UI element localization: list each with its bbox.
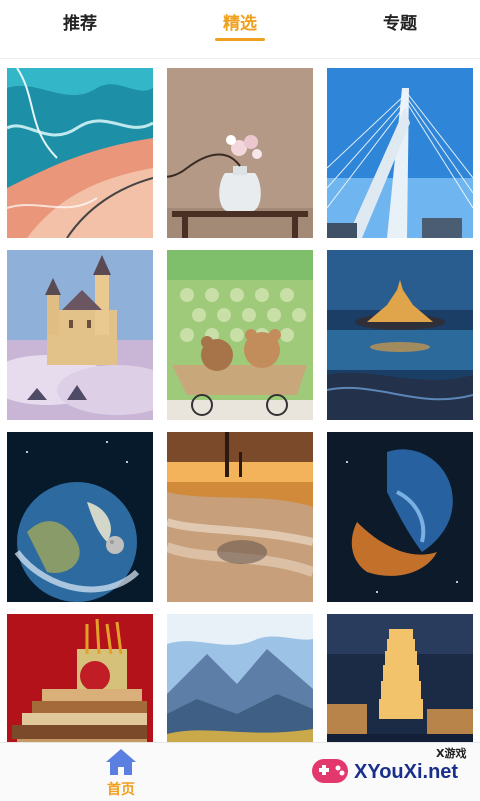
wallpaper-thumb-sunset-sea[interactable] <box>167 432 313 602</box>
tab-recommend[interactable]: 推荐 <box>40 10 120 48</box>
books-apple-image <box>7 614 153 742</box>
vase-image <box>167 68 313 238</box>
earth-moon-image <box>7 432 153 602</box>
mountain-valley-image <box>167 614 313 742</box>
wallpaper-thumb-earth[interactable] <box>7 432 153 602</box>
aerial-river-image <box>7 68 153 238</box>
top-tab-bar: 推荐 精选 专题 <box>0 0 480 59</box>
castle-image <box>7 250 153 420</box>
tab-topics[interactable]: 专题 <box>360 10 440 48</box>
pagoda-night-image <box>327 614 473 742</box>
island-abbey-image <box>327 250 473 420</box>
wallpaper-thumb-bridge[interactable] <box>327 68 473 238</box>
bridge-image <box>327 68 473 238</box>
wallpaper-thumb-mountains[interactable] <box>167 614 313 742</box>
wallpaper-thumb-castle[interactable] <box>7 250 153 420</box>
wallpaper-thumb-nebula[interactable] <box>327 432 473 602</box>
home-icon <box>106 749 136 775</box>
home-nav-button[interactable]: 首页 <box>96 745 146 799</box>
wallpaper-thumb-pagoda-night[interactable] <box>327 614 473 742</box>
active-tab-indicator <box>215 38 265 41</box>
wallpaper-thumb-abbey[interactable] <box>327 250 473 420</box>
nebula-image <box>327 432 473 602</box>
gamepad-logo-icon <box>312 759 348 783</box>
wallpaper-thumb-books-apple[interactable] <box>7 614 153 742</box>
wallpaper-thumb-teddy-bears[interactable] <box>167 250 313 420</box>
site-watermark: X游戏 XYouXi.net <box>310 745 480 797</box>
home-nav-label: 首页 <box>107 782 135 798</box>
watermark-small-text: X游戏 <box>436 747 467 760</box>
teddy-bears-image <box>167 250 313 420</box>
watermark-main-text: XYouXi.net <box>354 761 459 783</box>
tab-featured[interactable]: 精选 <box>200 10 280 48</box>
sunset-seascape-image <box>167 432 313 602</box>
wallpaper-thumb-aerial-river[interactable] <box>7 68 153 238</box>
wallpaper-grid <box>0 58 480 742</box>
wallpaper-thumb-vase[interactable] <box>167 68 313 238</box>
